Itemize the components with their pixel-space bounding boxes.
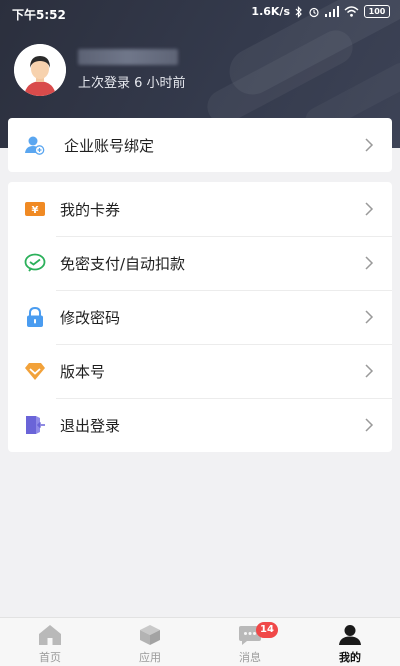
tab-apps[interactable]: 应用: [100, 618, 200, 666]
enterprise-account-icon: [25, 136, 45, 155]
bluetooth-icon: [295, 5, 302, 18]
menu-item-label: 退出登录: [60, 416, 121, 435]
my-coupons-row[interactable]: ¥ 我的卡券: [8, 182, 392, 236]
chevron-right-icon: [365, 418, 374, 432]
menu-card: ¥ 我的卡券 免密支付/自动扣款 修改密码 版本号 退出登录: [8, 182, 392, 452]
battery-level: 100: [368, 6, 386, 16]
enterprise-card: 企业账号绑定: [8, 118, 392, 172]
user-avatar[interactable]: [14, 44, 66, 96]
tab-profile[interactable]: 我的: [300, 618, 400, 666]
tab-label: 应用: [139, 651, 161, 664]
svg-text:¥: ¥: [32, 205, 39, 216]
chevron-right-icon: [365, 138, 374, 152]
version-icon: [25, 363, 45, 380]
home-icon: [39, 625, 61, 645]
username-redacted: [78, 49, 178, 65]
tab-messages[interactable]: 14 消息: [200, 618, 300, 666]
chevron-right-icon: [365, 256, 374, 270]
avatar-person-icon: [14, 44, 66, 96]
status-bar: 下午5:52 1.6K/s 100: [0, 0, 400, 26]
bottom-tab-bar: 首页 应用 14 消息 我的: [0, 617, 400, 666]
last-login-text: 上次登录 6 小时前: [78, 76, 186, 91]
chevron-right-icon: [365, 364, 374, 378]
lock-icon: [27, 306, 43, 327]
chevron-right-icon: [365, 202, 374, 216]
tab-label: 消息: [239, 651, 261, 664]
status-time: 下午5:52: [12, 8, 66, 22]
coupon-icon: ¥: [25, 202, 45, 216]
profile-icon: [339, 625, 361, 645]
tab-label: 首页: [39, 651, 61, 664]
apps-cube-icon: [140, 625, 160, 645]
tab-home[interactable]: 首页: [0, 618, 100, 666]
unread-badge: 14: [256, 622, 278, 638]
logout-row[interactable]: 退出登录: [8, 398, 392, 452]
chevron-right-icon: [365, 310, 374, 324]
signal-icon: [325, 6, 339, 17]
logout-icon: [26, 416, 45, 434]
password-free-payment-row[interactable]: 免密支付/自动扣款: [8, 236, 392, 290]
tab-label: 我的: [339, 651, 361, 664]
menu-item-label: 修改密码: [60, 308, 121, 327]
enterprise-binding-row[interactable]: 企业账号绑定: [8, 118, 392, 172]
wechat-pay-icon: [24, 253, 46, 272]
menu-item-label: 版本号: [60, 362, 106, 381]
alarm-icon: [309, 7, 319, 17]
battery-indicator: 100: [364, 5, 390, 18]
network-speed: 1.6K/s: [251, 5, 290, 18]
menu-item-label: 免密支付/自动扣款: [60, 254, 186, 273]
enterprise-binding-label: 企业账号绑定: [64, 136, 155, 155]
wifi-icon: [344, 6, 359, 17]
change-password-row[interactable]: 修改密码: [8, 290, 392, 344]
version-row[interactable]: 版本号: [8, 344, 392, 398]
menu-item-label: 我的卡券: [60, 200, 121, 219]
